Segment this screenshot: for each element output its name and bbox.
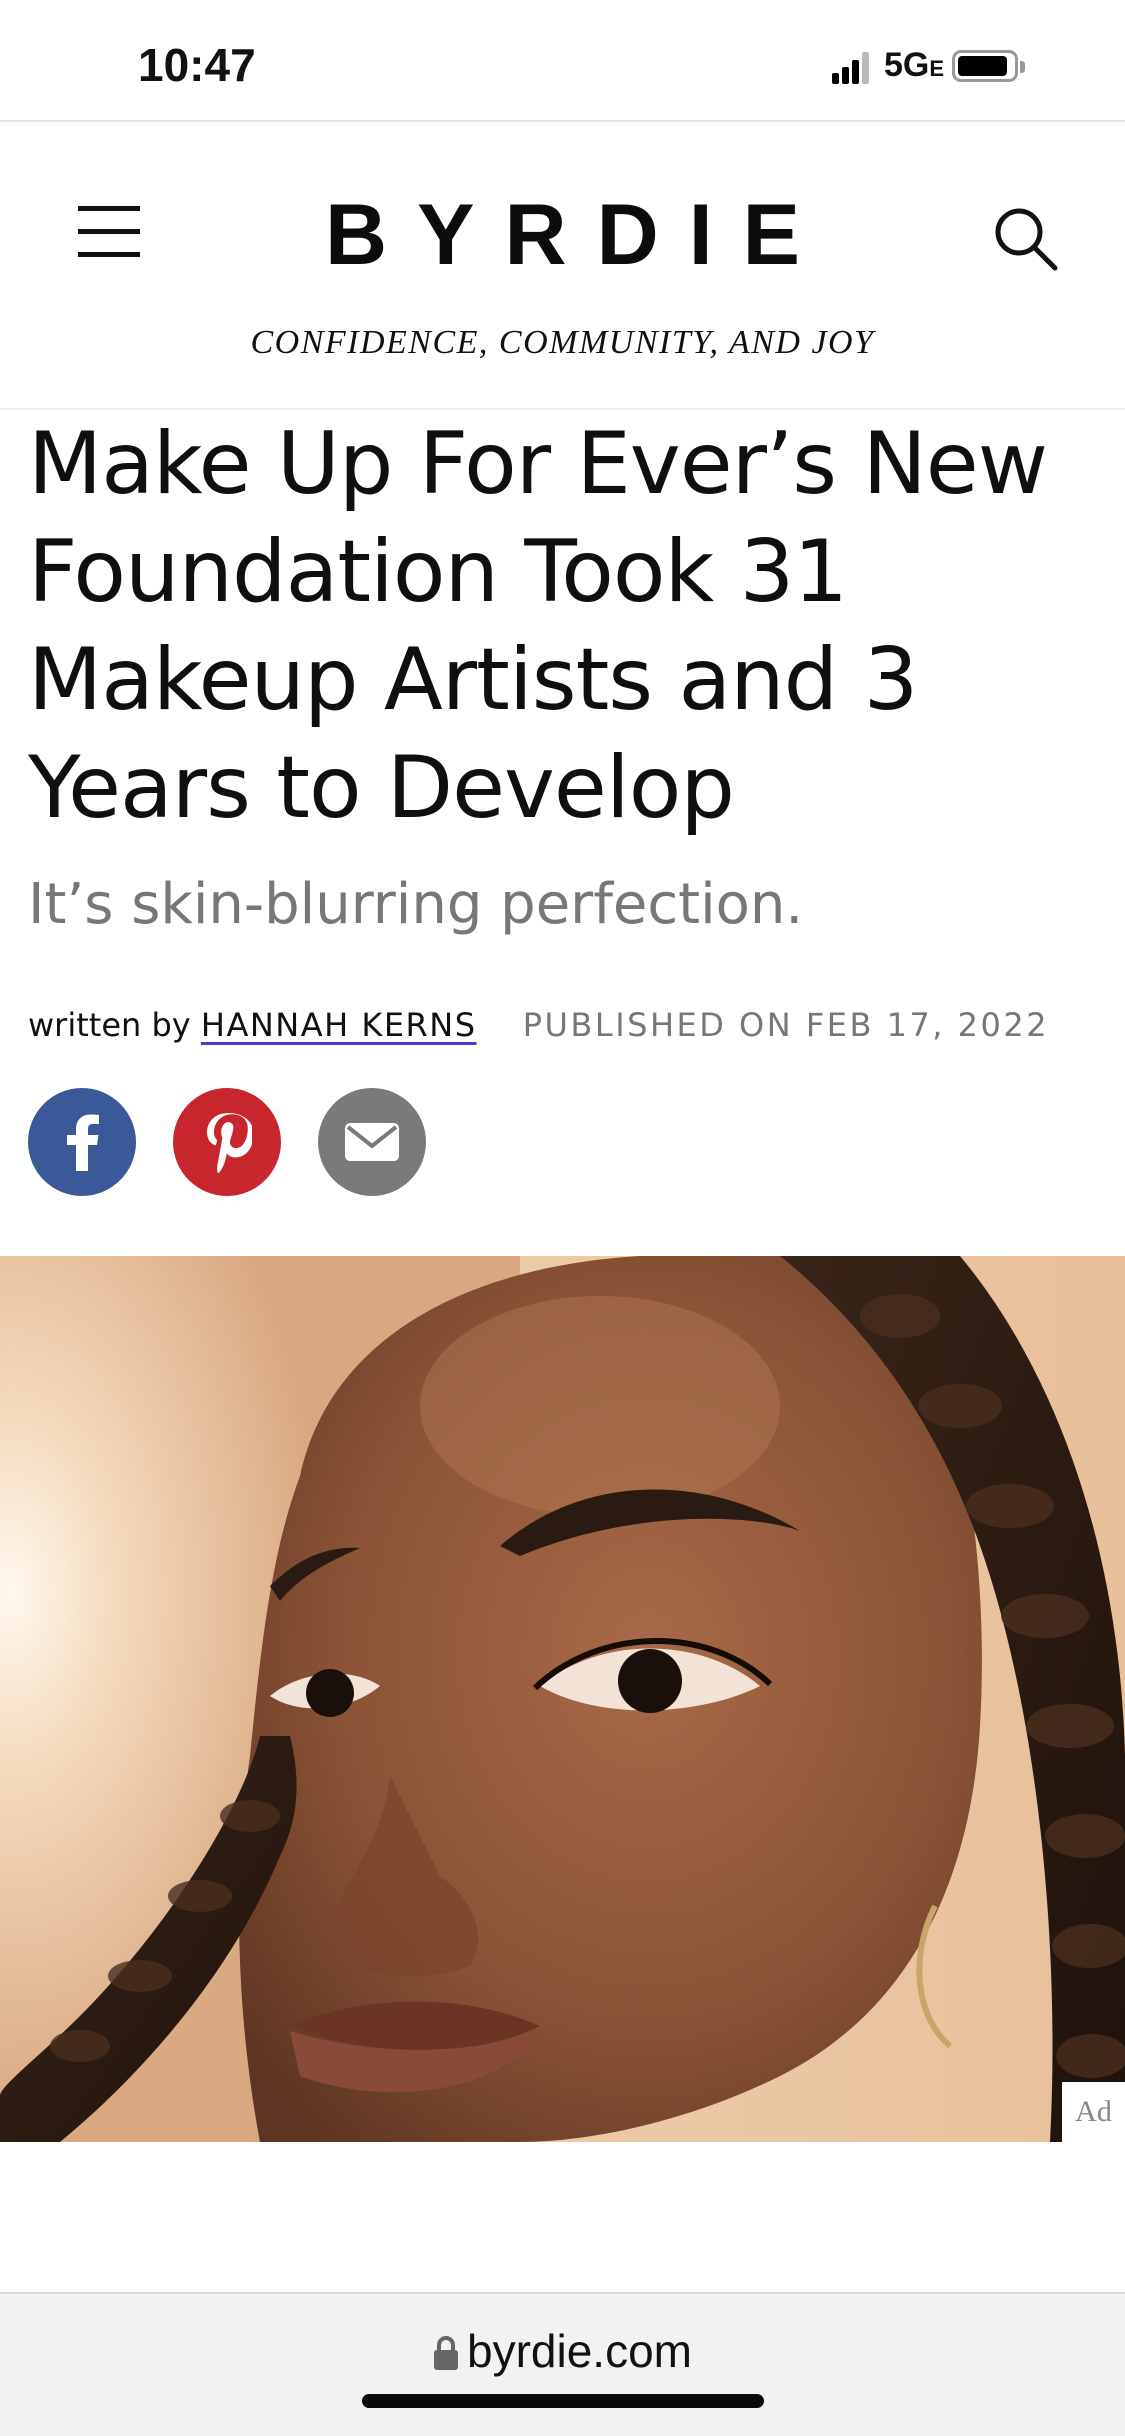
- site-logo[interactable]: BYRDIE: [0, 186, 1125, 285]
- byline: written by HANNAH KERNS PUBLISHED ON FEB…: [28, 1006, 1118, 1044]
- browser-address-bar[interactable]: byrdie.com: [0, 2292, 1125, 2436]
- status-bar: 10:47 5GE: [0, 0, 1125, 122]
- home-indicator[interactable]: [362, 2394, 764, 2408]
- network-label: 5G: [884, 46, 930, 84]
- site-tagline: CONFIDENCE, COMMUNITY, AND JOY: [250, 324, 875, 361]
- article-headline: Make Up For Ever’s New Foundation Took 3…: [28, 414, 1048, 838]
- byline-prefix: written by: [28, 1006, 191, 1044]
- article-subhead: It’s skin-blurring perfection.: [28, 872, 804, 937]
- signal-strength-icon: [832, 52, 872, 84]
- status-time: 10:47: [138, 39, 256, 91]
- pinterest-share-button[interactable]: [173, 1088, 281, 1196]
- pinterest-icon: [207, 1113, 252, 1173]
- battery-level-fill: [958, 56, 1007, 76]
- search-icon[interactable]: [993, 206, 1059, 272]
- network-suffix: E: [929, 56, 945, 81]
- published-date: PUBLISHED ON FEB 17, 2022: [522, 1006, 1050, 1044]
- url-text: byrdie.com: [467, 2325, 692, 2377]
- site-header: BYRDIE CONFIDENCE, COMMUNITY, AND JOY: [0, 124, 1125, 410]
- email-share-button[interactable]: [318, 1088, 426, 1196]
- network-type: 5GE: [884, 46, 944, 85]
- hero-image: [0, 1256, 1125, 2142]
- email-icon: [345, 1123, 399, 1161]
- facebook-share-button[interactable]: [28, 1088, 136, 1196]
- facebook-icon: [67, 1114, 99, 1171]
- battery-icon: [952, 50, 1018, 82]
- author-link[interactable]: HANNAH KERNS: [201, 1006, 477, 1044]
- battery-cap: [1020, 61, 1025, 73]
- url-display[interactable]: byrdie.com: [0, 2324, 1125, 2378]
- ad-label[interactable]: Ad: [1062, 2082, 1125, 2142]
- lock-icon: [434, 2336, 459, 2370]
